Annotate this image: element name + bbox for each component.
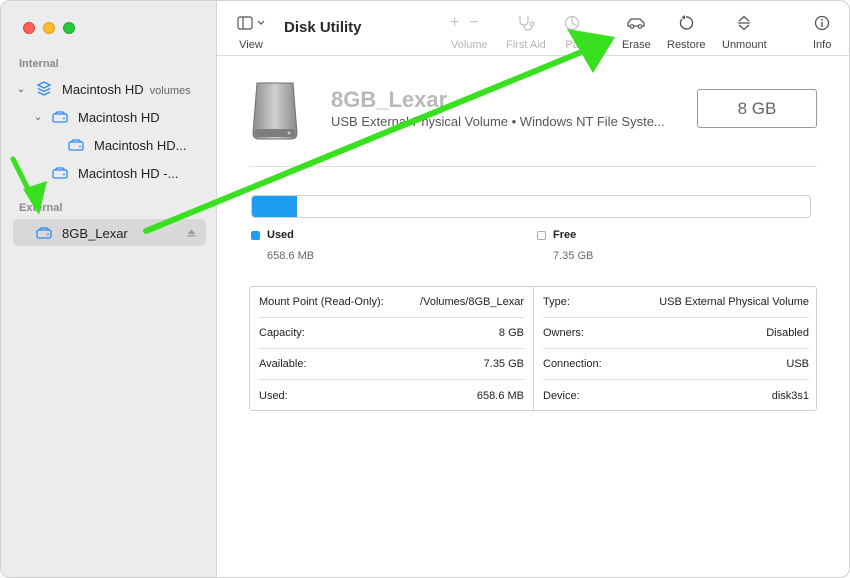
info-row: Type: USB External Physical Volume (543, 287, 809, 318)
first-aid-button[interactable]: First Aid (506, 13, 546, 51)
disk-utility-window: Internal ⌄ Macintosh HD volumes ⌄ Macinto… (0, 0, 850, 578)
sidebar-item-label: Macintosh HD (78, 109, 160, 125)
legend-used: Used 658.6 MB (251, 229, 314, 262)
add-remove-icon: +− (450, 14, 489, 31)
sidebar: Internal ⌄ Macintosh HD volumes ⌄ Macinto… (1, 1, 217, 577)
info-value: USB (786, 358, 809, 370)
unmount-icon (737, 13, 751, 33)
erase-label: Erase (622, 39, 651, 51)
info-row: Used: 658.6 MB (259, 380, 524, 411)
info-key: Owners: (543, 327, 584, 339)
divider (249, 166, 817, 167)
info-key: Mount Point (Read-Only): (259, 296, 384, 308)
info-value: disk3s1 (771, 389, 809, 402)
volume-button[interactable]: +− Volume (450, 13, 489, 51)
info-key: Used: (259, 389, 288, 402)
unmount-label: Unmount (722, 39, 767, 51)
sidebar-section-external: External (19, 202, 63, 214)
info-column-right: Type: USB External Physical Volume Owners… (534, 287, 818, 410)
info-key: Connection: (543, 358, 602, 370)
disk-description: USB External Physical Volume • Windows N… (331, 114, 665, 129)
volume-label: Volume (450, 39, 488, 51)
chevron-down-icon[interactable]: ⌄ (16, 84, 26, 95)
info-row: Owners: Disabled (543, 318, 809, 349)
window-controls (23, 22, 75, 34)
info-key: Type: (543, 296, 570, 308)
pie-icon (564, 13, 580, 33)
toolbar: View Disk Utility +− Volume First Aid Pa… (217, 1, 849, 56)
partition-button[interactable]: Pa (564, 13, 580, 51)
window-title: Disk Utility (284, 19, 362, 36)
sidebar-item-sublabel: volumes (149, 84, 191, 97)
info-row: Available: 7.35 GB (259, 349, 524, 380)
info-row: Mount Point (Read-Only): /Volumes/8GB_Lex… (259, 287, 524, 318)
minimize-button[interactable] (43, 22, 55, 34)
layers-icon (37, 81, 51, 96)
sidebar-toggle-icon (237, 13, 265, 33)
used-value: 658.6 MB (267, 250, 315, 262)
free-value: 7.35 GB (553, 250, 594, 262)
free-swatch (537, 230, 546, 240)
eject-icon[interactable] (187, 229, 196, 237)
sidebar-item-label: Macintosh HD volumes (62, 81, 191, 97)
main-content: 8GB_Lexar USB External Physical Volume •… (217, 57, 849, 577)
sidebar-item-label: Macintosh HD -... (78, 165, 179, 181)
drive-icon (36, 227, 52, 239)
sidebar-item-8gb-lexar[interactable]: 8GB_Lexar (1, 220, 217, 246)
info-key: Device: (543, 389, 580, 402)
info-value: 8 GB (498, 327, 524, 339)
info-value: Disabled (766, 327, 809, 339)
eraser-car-icon (626, 13, 646, 33)
disk-name: 8GB_Lexar (331, 87, 448, 112)
disk-size-badge: 8 GB (697, 89, 817, 128)
first-aid-label: First Aid (506, 39, 546, 51)
close-button[interactable] (23, 22, 35, 34)
info-icon (814, 13, 830, 33)
zoom-button[interactable] (63, 22, 75, 34)
info-key: Capacity: (259, 327, 305, 339)
sidebar-item-macintosh-hd-container[interactable]: ⌄ Macintosh HD volumes (1, 76, 217, 102)
sidebar-item-label: Macintosh HD... (94, 137, 187, 153)
sidebar-section-internal: Internal (19, 58, 59, 70)
restore-button[interactable]: Restore (667, 13, 706, 51)
info-button[interactable]: Info (813, 13, 831, 51)
sidebar-item-label: 8GB_Lexar (62, 225, 128, 241)
info-row: Capacity: 8 GB (259, 318, 524, 349)
stethoscope-icon (517, 13, 535, 33)
view-label: View (239, 39, 263, 51)
sidebar-item-macintosh-hd-data[interactable]: Macintosh HD... (1, 132, 217, 158)
info-column-left: Mount Point (Read-Only): /Volumes/8GB_Lex… (250, 287, 534, 410)
info-value: USB External Physical Volume (659, 296, 809, 308)
sidebar-item-macintosh-hd-snapshot[interactable]: Macintosh HD -... (1, 160, 217, 186)
usage-bar (251, 195, 811, 218)
sidebar-item-macintosh-hd-volume[interactable]: ⌄ Macintosh HD (1, 104, 217, 130)
external-drive-icon (252, 82, 298, 140)
info-table: Mount Point (Read-Only): /Volumes/8GB_Lex… (249, 286, 817, 411)
info-row: Device: disk3s1 (543, 380, 809, 411)
unmount-button[interactable]: Unmount (722, 13, 767, 51)
legend-free: Free 7.35 GB (537, 229, 593, 262)
free-label: Free (553, 229, 577, 241)
restore-label: Restore (667, 39, 706, 51)
info-row: Connection: USB (543, 349, 809, 380)
erase-button[interactable]: Erase (622, 13, 651, 51)
info-value: 658.6 MB (476, 389, 524, 402)
usage-bar-used-fill (252, 196, 297, 217)
drive-icon (52, 167, 68, 179)
view-button[interactable]: View (237, 13, 265, 51)
used-label: Used (267, 229, 294, 241)
info-key: Available: (259, 358, 307, 370)
drive-icon (52, 111, 68, 123)
info-value: /Volumes/8GB_Lexar (420, 296, 524, 308)
chevron-down-icon[interactable]: ⌄ (33, 112, 43, 123)
restore-arrow-icon (678, 13, 694, 33)
partition-label: Pa (565, 39, 579, 51)
info-label: Info (813, 39, 832, 51)
drive-icon (68, 139, 84, 151)
used-swatch (251, 230, 260, 240)
info-value: 7.35 GB (483, 358, 524, 370)
